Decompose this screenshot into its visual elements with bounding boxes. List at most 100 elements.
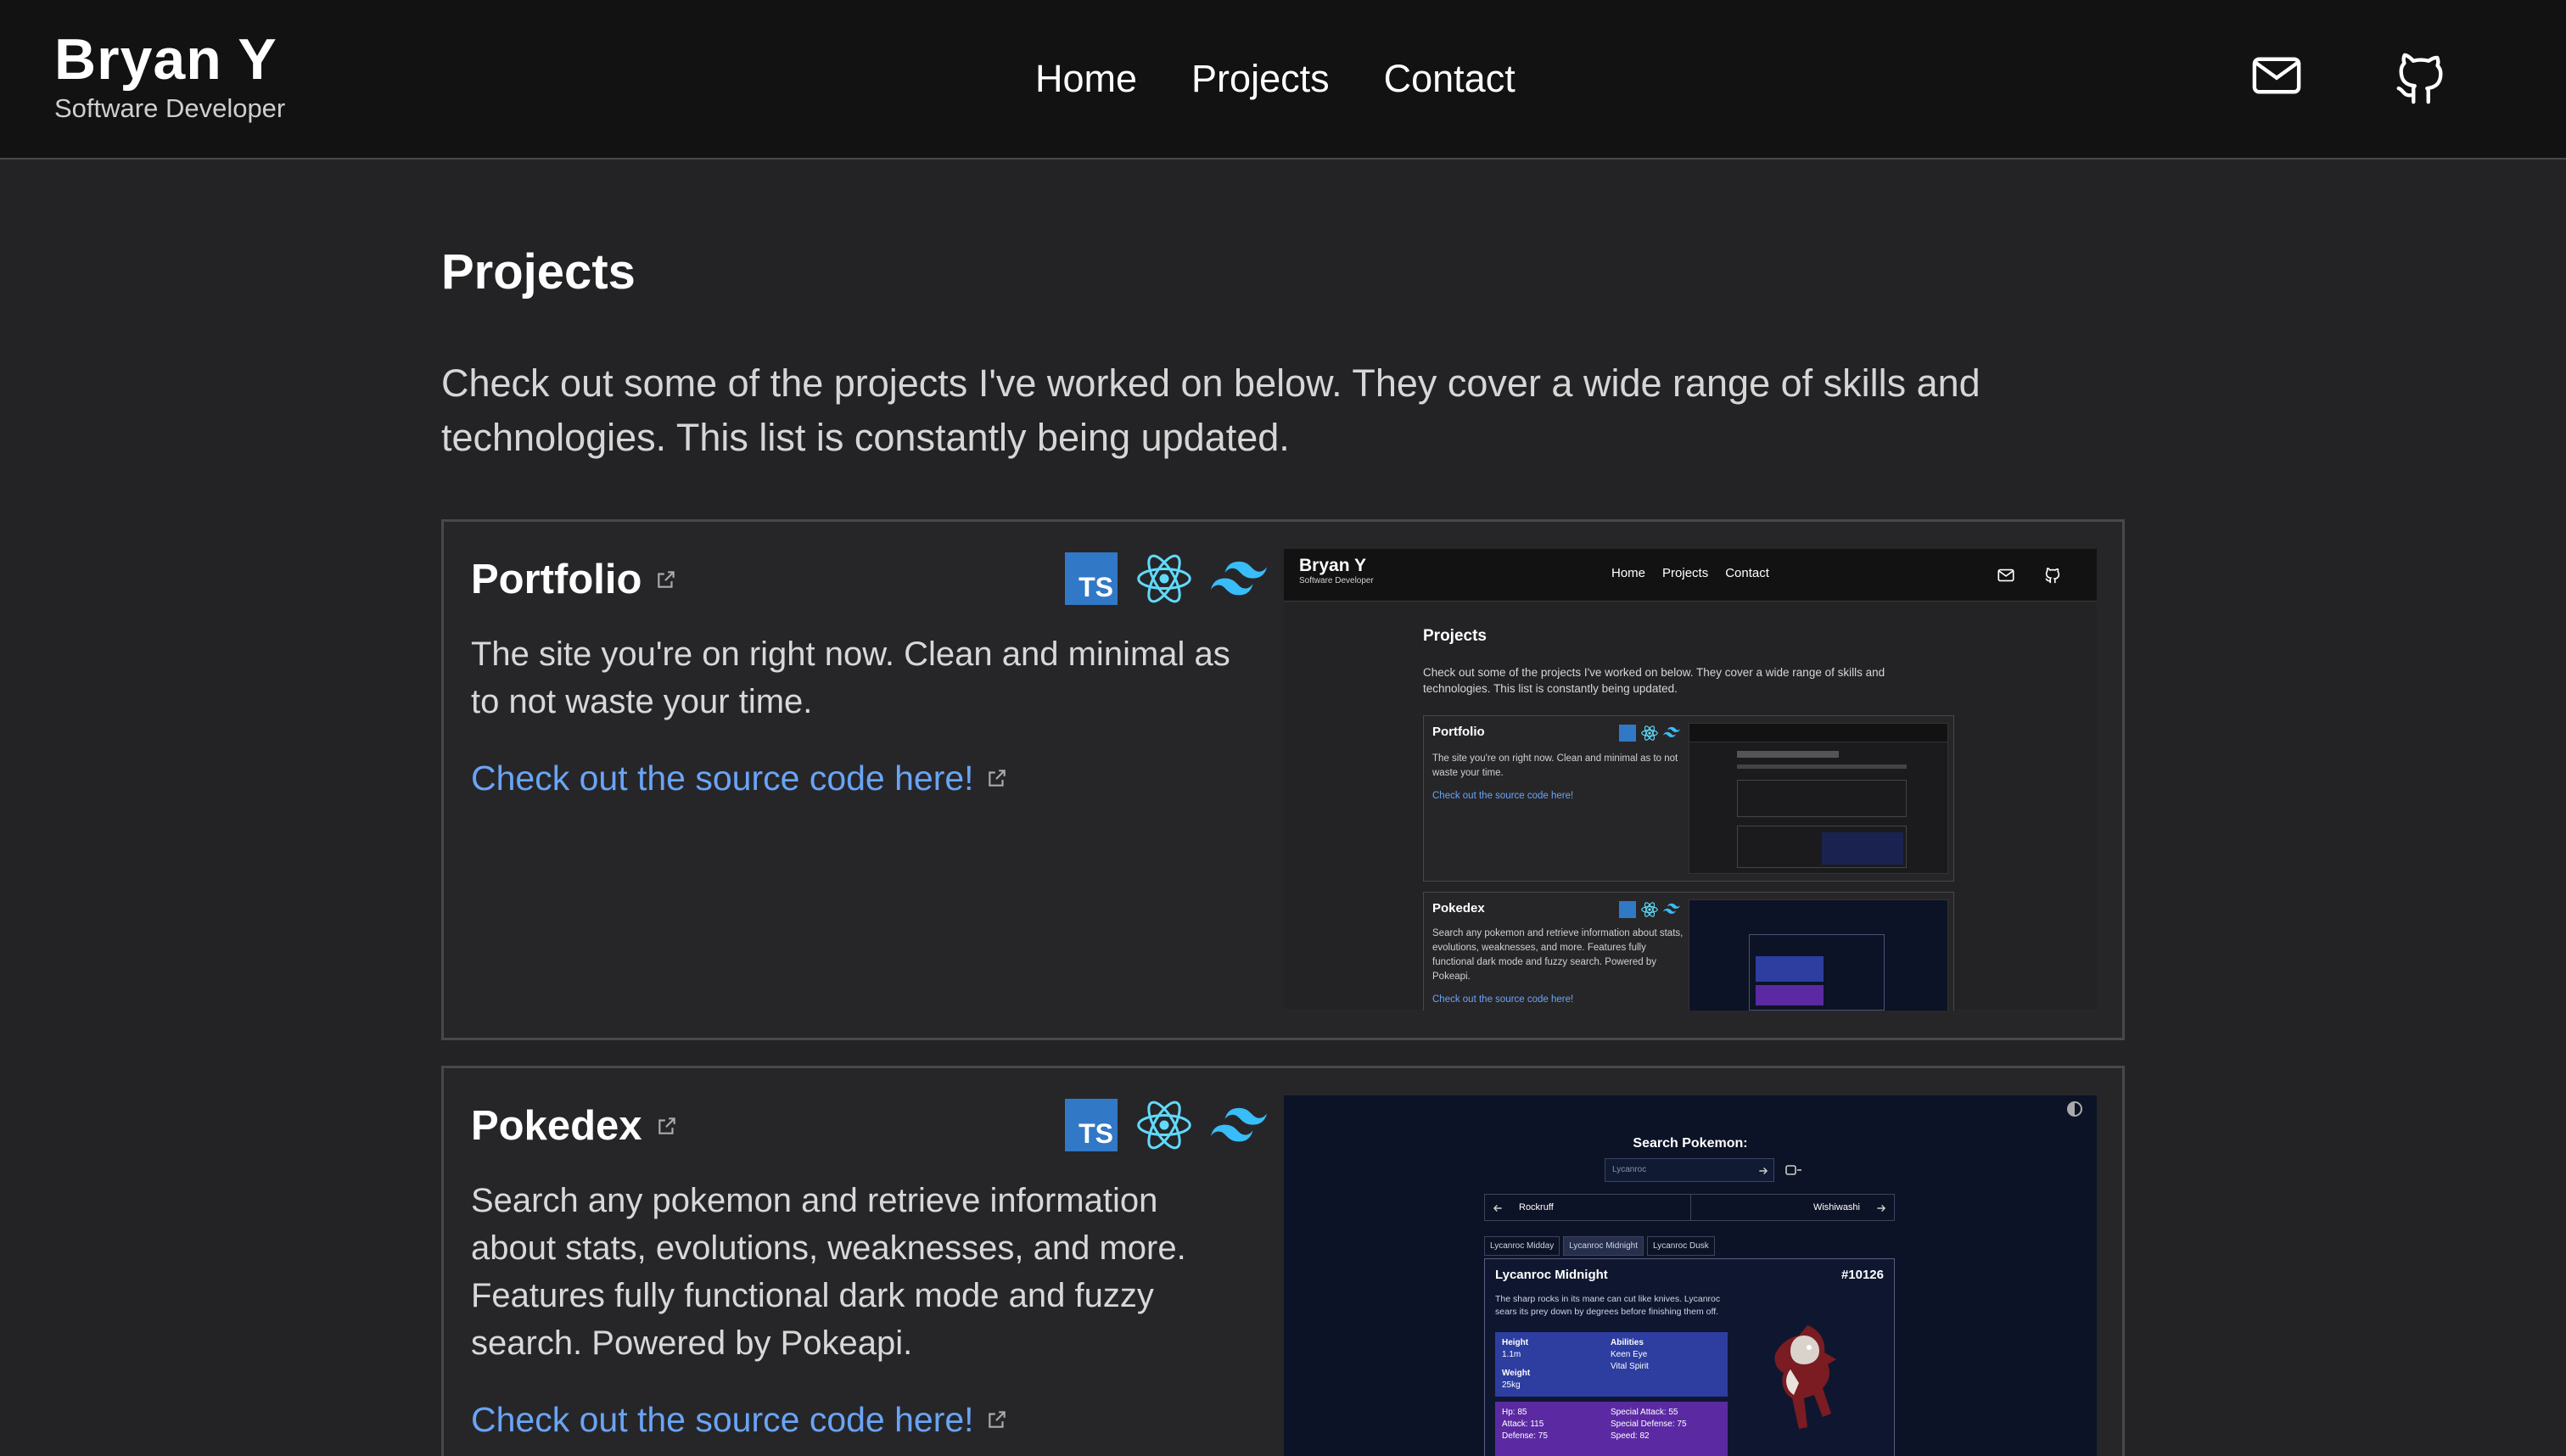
preview-mail-icon — [1997, 568, 2014, 582]
abilities-label: Abilities — [1611, 1338, 1644, 1347]
preview-tailwind-icon — [1663, 726, 1680, 737]
ability: Vital Spirit — [1611, 1362, 1649, 1371]
preview-card-portfolio: Portfolio The site you're on right now. … — [1423, 715, 1954, 882]
preview-header: Bryan Y Software Developer Home Projects … — [1284, 549, 2097, 602]
pokemon-name: Lycanroc Midnight — [1495, 1268, 1608, 1282]
source-code-link[interactable]: Check out the source code here! — [471, 754, 1008, 802]
project-card-pokedex: Pokedex TS Search any pokemon and retrie… — [441, 1066, 2125, 1456]
tech-stack: TS — [1065, 1097, 1267, 1153]
preview-intro: Check out some of the projects I've work… — [1423, 666, 1885, 695]
preview-github-icon — [2045, 568, 2060, 584]
project-title-link[interactable]: Portfolio — [471, 554, 677, 605]
pokedex-prev-label: Rockruff — [1519, 1202, 1554, 1212]
stat: Speed: 82 — [1611, 1431, 1650, 1441]
project-description: Search any pokemon and retrieve informat… — [471, 1182, 1186, 1362]
source-code-link-text[interactable]: Check out the source code here! — [471, 1396, 974, 1443]
preview-typescript-icon — [1619, 901, 1636, 918]
source-code-link-text[interactable]: Check out the source code here! — [471, 754, 974, 802]
preview-brand: Bryan Y Software Developer — [1299, 556, 1374, 585]
tailwind-icon — [1211, 561, 1267, 596]
project-title-link[interactable]: Pokedex — [471, 1100, 678, 1151]
pokedex-next-label: Wishiwashi — [1812, 1202, 1860, 1212]
pokedex-form-tabs: Lycanroc Midday Lycanroc Midnight Lycanr… — [1484, 1236, 1715, 1256]
pokemon-number: #10126 — [1840, 1268, 1884, 1282]
preview-react-icon — [1641, 902, 1658, 917]
external-link-icon[interactable] — [986, 1408, 1008, 1431]
stat: Special Defense: 75 — [1611, 1420, 1687, 1429]
pokemon-info-panel: Height 1.1m Weight 25kg Abilities Keen E… — [1495, 1332, 1728, 1397]
preview-nav: Home Projects Contact — [1611, 566, 1769, 580]
react-icon — [1137, 1100, 1191, 1150]
typescript-icon: TS — [1065, 552, 1118, 605]
height-value: 1.1m — [1502, 1350, 1521, 1359]
preview-typescript-icon — [1619, 725, 1636, 742]
stat: Special Attack: 55 — [1611, 1408, 1678, 1417]
project-title[interactable]: Pokedex — [471, 1100, 642, 1151]
react-icon — [1137, 554, 1191, 603]
external-link-icon[interactable] — [986, 767, 1008, 789]
preview-nav-contact: Contact — [1725, 566, 1769, 580]
brand-name[interactable]: Bryan Y — [54, 25, 285, 93]
pokedex-tab: Lycanroc Dusk — [1647, 1236, 1715, 1256]
project-description: The site you're on right now. Clean and … — [471, 636, 1230, 720]
preview-nav-projects: Projects — [1662, 566, 1709, 580]
project-title[interactable]: Portfolio — [471, 554, 642, 605]
pokedex-tab-active: Lycanroc Midnight — [1563, 1236, 1644, 1256]
pokemon-description: The sharp rocks in its mane can cut like… — [1495, 1294, 1721, 1317]
project-card-portfolio: Portfolio TS The site you're on right no… — [441, 519, 2125, 1040]
pokedex-pokemon-card: Lycanroc Midnight #10126 The sharp rocks… — [1484, 1258, 1895, 1456]
pokedex-prev-next: Rockruff Wishiwashi — [1484, 1194, 1895, 1221]
preview-brand-name: Bryan Y — [1299, 556, 1366, 575]
stat: Defense: 75 — [1502, 1431, 1548, 1441]
pokedex-search-title: Search Pokemon: — [1633, 1136, 1748, 1151]
random-icon — [1785, 1165, 1801, 1175]
weight-value: 25kg — [1502, 1380, 1521, 1390]
preview-title: Projects — [1423, 627, 1487, 645]
project-screenshot-pokedex: Search Pokemon: Lycanroc Rockruff Wishiw… — [1284, 1095, 2097, 1456]
arrow-right-icon — [1759, 1167, 1768, 1175]
tailwind-icon — [1211, 1107, 1267, 1142]
preview-brand-role: Software Developer — [1299, 576, 1374, 585]
preview-card-pokedex: Pokedex Search any pokemon and retrieve … — [1423, 892, 1954, 1011]
preview-card-link: Check out the source code here! — [1432, 791, 1574, 801]
height-label: Height — [1502, 1338, 1529, 1347]
stat: Attack: 115 — [1502, 1420, 1544, 1429]
brand[interactable]: Bryan Y Software Developer — [54, 25, 285, 126]
preview-card-desc: Search any pokemon and retrieve informat… — [1432, 928, 1684, 982]
pokedex-preview: Search Pokemon: Lycanroc Rockruff Wishiw… — [1284, 1095, 2097, 1456]
tech-stack: TS — [1065, 551, 1267, 607]
nav-projects-link[interactable]: Projects — [1191, 53, 1330, 105]
preview-body: Projects Check out some of the projects … — [1284, 602, 2097, 1011]
preview-card-title: Pokedex — [1432, 901, 1485, 916]
typescript-icon: TS — [1065, 1099, 1118, 1151]
pokemon-sprite — [1774, 1325, 1836, 1429]
source-code-link[interactable]: Check out the source code here! — [471, 1396, 1008, 1443]
project-screenshot-portfolio: Bryan Y Software Developer Home Projects … — [1284, 549, 2097, 1011]
preview-tailwind-icon — [1663, 903, 1680, 914]
preview-nav-home: Home — [1611, 566, 1646, 580]
theme-toggle-icon — [2067, 1101, 2082, 1117]
weight-label: Weight — [1502, 1369, 1531, 1378]
nav-contact-link[interactable]: Contact — [1384, 53, 1516, 105]
arrow-left-icon — [1493, 1204, 1502, 1212]
preview-card-desc: The site you're on right now. Clean and … — [1432, 753, 1678, 778]
page-title: Projects — [441, 244, 636, 300]
mail-icon[interactable] — [2249, 48, 2305, 104]
page-intro: Check out some of the projects I've work… — [441, 361, 1981, 459]
preview-card-link: Check out the source code here! — [1432, 994, 1574, 1005]
ability: Keen Eye — [1611, 1350, 1648, 1359]
arrow-right-icon — [1877, 1204, 1886, 1212]
external-link-icon[interactable] — [656, 1115, 678, 1137]
pokemon-stats-panel: Hp: 85 Attack: 115 Defense: 75 Special A… — [1495, 1402, 1728, 1456]
preview-nested-screenshot — [1689, 899, 1948, 1011]
nav-home-link[interactable]: Home — [1035, 53, 1137, 105]
main-nav: Home Projects Contact — [1035, 53, 1516, 105]
stat: Hp: 85 — [1502, 1408, 1527, 1417]
preview-card-title: Portfolio — [1432, 725, 1485, 739]
github-icon[interactable] — [2391, 48, 2451, 107]
preview-nested-screenshot — [1689, 723, 1948, 874]
pokedex-tab: Lycanroc Midday — [1484, 1236, 1560, 1256]
brand-role: Software Developer — [54, 93, 286, 123]
preview-react-icon — [1641, 725, 1658, 741]
external-link-icon[interactable] — [655, 568, 677, 591]
